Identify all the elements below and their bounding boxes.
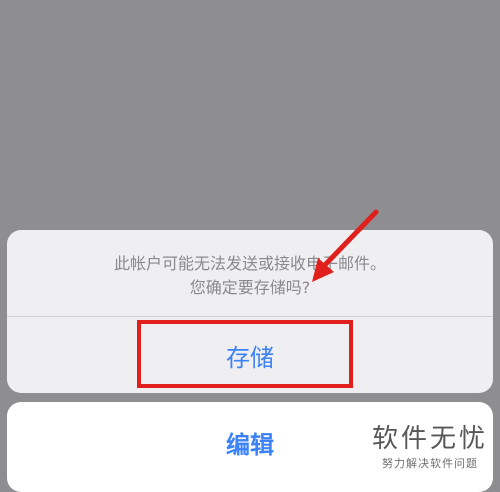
watermark-title: 软件无忧	[371, 424, 488, 454]
action-sheet: 此帐户可能无法发送或接收电子邮件。 您确定要存储吗? 存储	[7, 230, 493, 393]
watermark-subtitle: 努力解决软件问题	[381, 457, 478, 470]
alert-message: 此帐户可能无法发送或接收电子邮件。 您确定要存储吗?	[7, 230, 493, 316]
save-button[interactable]: 存储	[7, 317, 493, 393]
save-button-label: 存储	[226, 343, 274, 372]
alert-message-line-1: 此帐户可能无法发送或接收电子邮件。	[113, 254, 386, 273]
alert-message-line-2: 您确定要存储吗?	[189, 278, 311, 297]
watermark-logo: 软件无忧 努力解决软件问题	[372, 418, 488, 471]
edit-button-label: 编辑	[226, 430, 274, 459]
